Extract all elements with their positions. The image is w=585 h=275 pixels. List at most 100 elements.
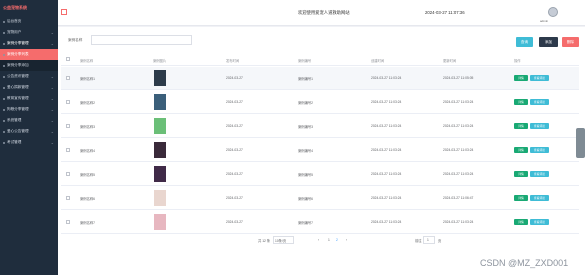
sidebar-item-label: 教育宣传管理: [7, 96, 29, 100]
avatar[interactable]: [548, 7, 558, 17]
detail-button[interactable]: 详情: [514, 99, 528, 105]
cell-code: 案例编号1: [298, 77, 314, 81]
col-name: 案例名称: [80, 59, 94, 63]
table-row[interactable]: 案例名称4 2024-03-27 案例编号4 2024-03-27 11:03:24 2…: [61, 139, 579, 162]
cell-created: 2024-03-27 11:03:24: [371, 220, 402, 224]
prev-page-button[interactable]: ‹: [318, 238, 319, 242]
sidebar-item-5[interactable]: 公告资讯管理 ⌄: [0, 71, 58, 82]
table-row[interactable]: 案例名称6 2024-03-27 案例编号6 2024-03-27 11:03:24 2…: [61, 187, 579, 210]
cell-date: 2024-03-27: [226, 196, 243, 200]
row-checkbox[interactable]: [66, 220, 70, 224]
col-code: 案例编号: [298, 59, 312, 63]
cell-name: 案例名称1: [80, 77, 96, 81]
menu-dot-icon: [3, 42, 5, 45]
col-image: 案例图片: [153, 59, 167, 63]
cell-created: 2024-03-27 11:03:24: [371, 196, 402, 200]
view-comments-button[interactable]: 查看评论: [530, 147, 549, 153]
sidebar-item-label: 系统管理: [7, 118, 22, 122]
table-row[interactable]: 案例名称2 2024-03-27 案例编号2 2024-03-27 11:03:24 2…: [61, 91, 579, 114]
table-row[interactable]: 案例名称7 2024-03-27 案例编号7 2024-03-27 11:03:24 2…: [61, 211, 579, 234]
sidebar-item-9[interactable]: 系统管理 ⌄: [0, 115, 58, 126]
detail-button[interactable]: 详情: [514, 123, 528, 129]
cell-code: 案例编号4: [298, 149, 314, 153]
menu-dot-icon: [3, 64, 5, 67]
cell-code: 案例编号6: [298, 197, 314, 201]
sidebar-item-4[interactable]: 案例分享添加: [0, 60, 58, 71]
page-2[interactable]: 2: [336, 238, 338, 242]
page-1[interactable]: 1: [328, 238, 330, 242]
menu-dot-icon: [3, 141, 5, 144]
case-thumbnail: [154, 118, 166, 134]
row-checkbox[interactable]: [66, 196, 70, 200]
menu-dot-icon: [3, 75, 5, 78]
sidebar-item-10[interactable]: 爱心公告管理 ⌄: [0, 126, 58, 137]
menu-toggle-icon[interactable]: [61, 9, 67, 15]
sidebar-item-11[interactable]: 考试管理 ⌄: [0, 137, 58, 148]
row-checkbox[interactable]: [66, 76, 70, 80]
cell-code: 案例编号7: [298, 221, 314, 225]
cell-updated: 2024-03-27 11:03:24: [443, 220, 474, 224]
select-all-checkbox[interactable]: [66, 57, 70, 61]
cell-code: 案例编号2: [298, 101, 314, 105]
view-comments-button[interactable]: 查看评论: [530, 123, 549, 129]
chevron-down-icon: ⌄: [50, 30, 54, 35]
chevron-down-icon: ⌄: [50, 85, 54, 90]
chevron-down-icon: ⌄: [50, 41, 54, 46]
sidebar-item-label: 案例分享管理: [7, 41, 29, 45]
sidebar-item-1[interactable]: 宠物用户 ⌄: [0, 27, 58, 38]
menu-dot-icon: [3, 53, 5, 56]
scrollbar-handle[interactable]: [576, 128, 585, 158]
chevron-down-icon: ⌄: [50, 74, 54, 79]
chevron-down-icon: ⌄: [50, 118, 54, 123]
add-button[interactable]: 添加: [539, 37, 558, 47]
cell-name: 案例名称2: [80, 101, 96, 105]
table-row[interactable]: 案例名称5 2024-03-27 案例编号5 2024-03-27 11:03:24 2…: [61, 163, 579, 186]
sidebar-item-label: 考试管理: [7, 140, 22, 144]
sidebar-item-2[interactable]: 案例分享管理 ⌄: [0, 38, 58, 49]
detail-button[interactable]: 详情: [514, 195, 528, 201]
search-button[interactable]: 查询: [516, 37, 533, 47]
view-comments-button[interactable]: 查看评论: [530, 171, 549, 177]
sidebar-item-8[interactable]: 狗粮分享管理 ⌄: [0, 104, 58, 115]
row-checkbox[interactable]: [66, 100, 70, 104]
detail-button[interactable]: 详情: [514, 147, 528, 153]
goto-input[interactable]: [423, 236, 435, 244]
table-row[interactable]: 案例名称1 2024-03-27 案例编号1 2024-03-27 11:03:24 2…: [61, 67, 579, 90]
cell-created: 2024-03-27 11:03:24: [371, 76, 402, 80]
detail-button[interactable]: 详情: [514, 219, 528, 225]
sidebar-item-label: 后台首页: [7, 19, 22, 23]
user-name[interactable]: admin: [540, 19, 548, 23]
view-comments-button[interactable]: 查看评论: [530, 219, 549, 225]
next-page-button[interactable]: ›: [346, 238, 347, 242]
delete-button[interactable]: 删除: [562, 37, 579, 47]
cell-updated: 2024-03-27 11:03:24: [443, 172, 474, 176]
sidebar: 公益宠物系统 后台首页 宠物用户 ⌄ 案例分享管理 ⌄ 案例分享列表 案例分享添加 公告资讯管…: [0, 0, 58, 275]
view-comments-button[interactable]: 查看评论: [530, 195, 549, 201]
cell-name: 案例名称6: [80, 197, 96, 201]
sidebar-item-7[interactable]: 教育宣传管理 ⌄: [0, 93, 58, 104]
case-thumbnail: [154, 94, 166, 110]
site-title: 欢迎使用爱宠人道救助网站: [298, 10, 350, 15]
sidebar-item-3[interactable]: 案例分享列表: [0, 49, 58, 60]
cell-name: 案例名称5: [80, 173, 96, 177]
row-checkbox[interactable]: [66, 172, 70, 176]
search-input[interactable]: [91, 35, 192, 45]
row-checkbox[interactable]: [66, 124, 70, 128]
case-thumbnail: [154, 70, 166, 86]
table-header: 案例名称 案例图片 发布时间 案例编号 创建时间 更新时间 操作: [61, 54, 579, 66]
col-actions: 操作: [514, 59, 521, 63]
sidebar-item-6[interactable]: 爱心捐款管理 ⌄: [0, 82, 58, 93]
col-created: 创建时间: [371, 59, 385, 63]
view-comments-button[interactable]: 查看评论: [530, 75, 549, 81]
menu-dot-icon: [3, 20, 5, 23]
col-updated: 更新时间: [443, 59, 457, 63]
row-checkbox[interactable]: [66, 148, 70, 152]
table-row[interactable]: 案例名称3 2024-03-27 案例编号3 2024-03-27 11:03:24 2…: [61, 115, 579, 138]
cell-code: 案例编号3: [298, 125, 314, 129]
header-datetime: 2024-03-27 11:07:36: [425, 10, 465, 15]
sidebar-item-0[interactable]: 后台首页: [0, 16, 58, 27]
detail-button[interactable]: 详情: [514, 171, 528, 177]
cell-date: 2024-03-27: [226, 124, 243, 128]
detail-button[interactable]: 详情: [514, 75, 528, 81]
view-comments-button[interactable]: 查看评论: [530, 99, 549, 105]
